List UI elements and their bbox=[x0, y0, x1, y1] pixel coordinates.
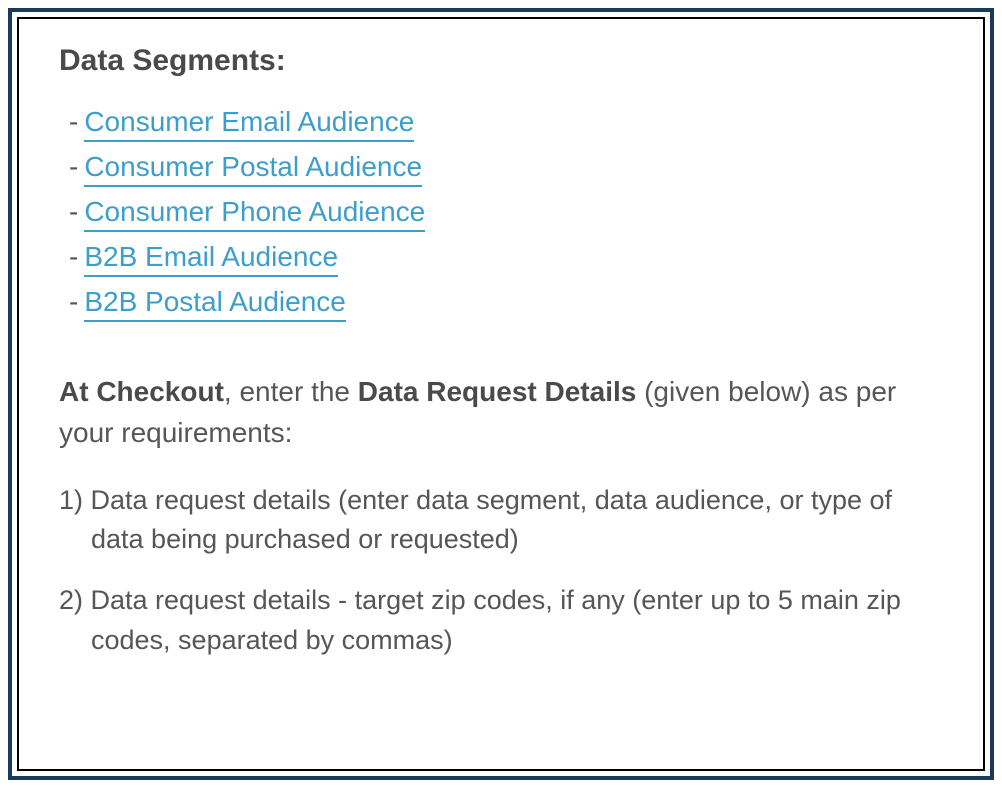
request-detail-1: 1) Data request details (enter data segm… bbox=[59, 481, 943, 559]
segment-item: -B2B Email Audience bbox=[59, 241, 943, 277]
checkout-bold-1: At Checkout bbox=[59, 376, 224, 407]
segment-link-b2b-email[interactable]: B2B Email Audience bbox=[84, 241, 338, 277]
list-dash: - bbox=[69, 106, 78, 137]
data-segments-heading: Data Segments: bbox=[59, 44, 943, 78]
list-dash: - bbox=[69, 151, 78, 182]
segment-link-consumer-postal[interactable]: Consumer Postal Audience bbox=[84, 151, 422, 187]
inner-frame: Data Segments: -Consumer Email Audience … bbox=[17, 17, 985, 771]
checkout-text-1: , enter the bbox=[224, 376, 358, 407]
segment-item: -Consumer Email Audience bbox=[59, 106, 943, 142]
list-dash: - bbox=[69, 241, 78, 272]
segments-list: -Consumer Email Audience -Consumer Posta… bbox=[59, 106, 943, 322]
segment-link-b2b-postal[interactable]: B2B Postal Audience bbox=[84, 286, 346, 322]
checkout-bold-2: Data Request Details bbox=[358, 376, 637, 407]
list-dash: - bbox=[69, 196, 78, 227]
segment-link-consumer-email[interactable]: Consumer Email Audience bbox=[84, 106, 414, 142]
segment-item: -B2B Postal Audience bbox=[59, 286, 943, 322]
segment-item: -Consumer Phone Audience bbox=[59, 196, 943, 232]
checkout-instruction: At Checkout, enter the Data Request Deta… bbox=[59, 372, 943, 453]
outer-frame: Data Segments: -Consumer Email Audience … bbox=[8, 8, 994, 780]
list-dash: - bbox=[69, 286, 78, 317]
segment-item: -Consumer Postal Audience bbox=[59, 151, 943, 187]
segment-link-consumer-phone[interactable]: Consumer Phone Audience bbox=[84, 196, 425, 232]
request-detail-2: 2) Data request details - target zip cod… bbox=[59, 581, 943, 659]
